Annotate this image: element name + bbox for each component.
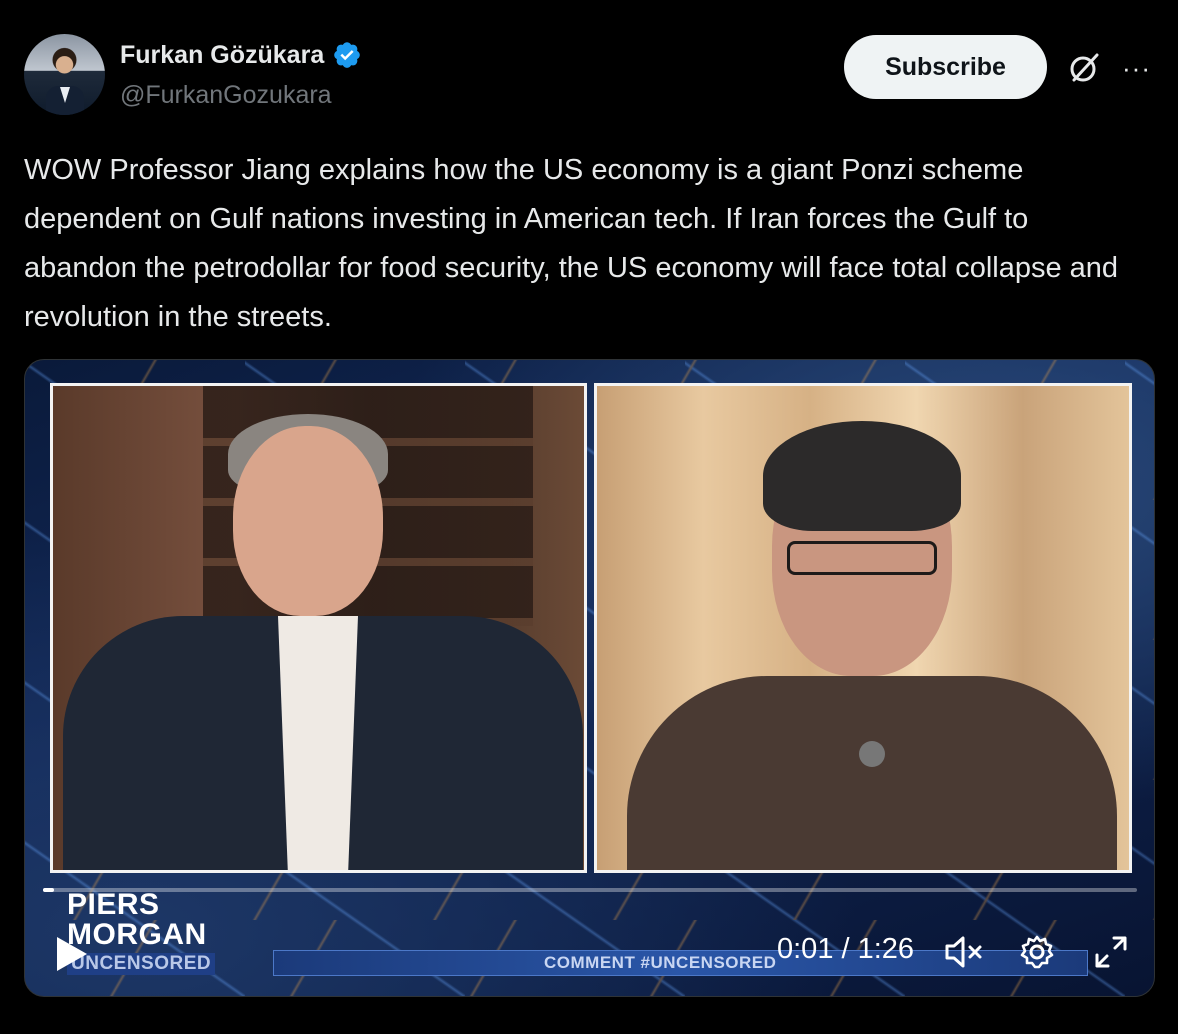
- guest-microphone: [859, 741, 885, 767]
- author-name-row[interactable]: Furkan Gözükara: [120, 40, 362, 70]
- host-head: [233, 426, 383, 616]
- fullscreen-icon[interactable]: [1093, 934, 1129, 970]
- ticker-text: COMMENT #UNCENSORED: [544, 953, 777, 972]
- muted-speaker-icon[interactable]: [943, 934, 985, 970]
- subscribe-button[interactable]: Subscribe: [844, 35, 1047, 99]
- guest-glasses: [787, 541, 937, 575]
- video-left-panel: [50, 383, 587, 873]
- verified-badge-icon: [334, 42, 361, 68]
- settings-gear-icon[interactable]: [1019, 934, 1055, 970]
- video-right-panel: [594, 383, 1132, 873]
- author-name[interactable]: Furkan Gözükara: [120, 41, 324, 70]
- more-icon[interactable]: ···: [1122, 53, 1156, 83]
- grok-icon[interactable]: [1066, 50, 1102, 86]
- play-icon[interactable]: [55, 935, 89, 973]
- video-time: 0:01 / 1:26: [777, 933, 915, 965]
- author-avatar[interactable]: [24, 34, 105, 115]
- tweet-text: WOW Professor Jiang explains how the US …: [24, 154, 1119, 333]
- guest-figure: [627, 676, 1117, 870]
- show-logo-line3: UNCENSORED: [67, 953, 216, 975]
- video-player[interactable]: PIERS MORGAN UNCENSORED COMMENT #UNCENSO…: [24, 359, 1155, 997]
- guest-hair: [763, 421, 961, 531]
- show-logo-line1: PIERS: [67, 888, 160, 921]
- author-handle[interactable]: @FurkanGozukara: [120, 81, 332, 110]
